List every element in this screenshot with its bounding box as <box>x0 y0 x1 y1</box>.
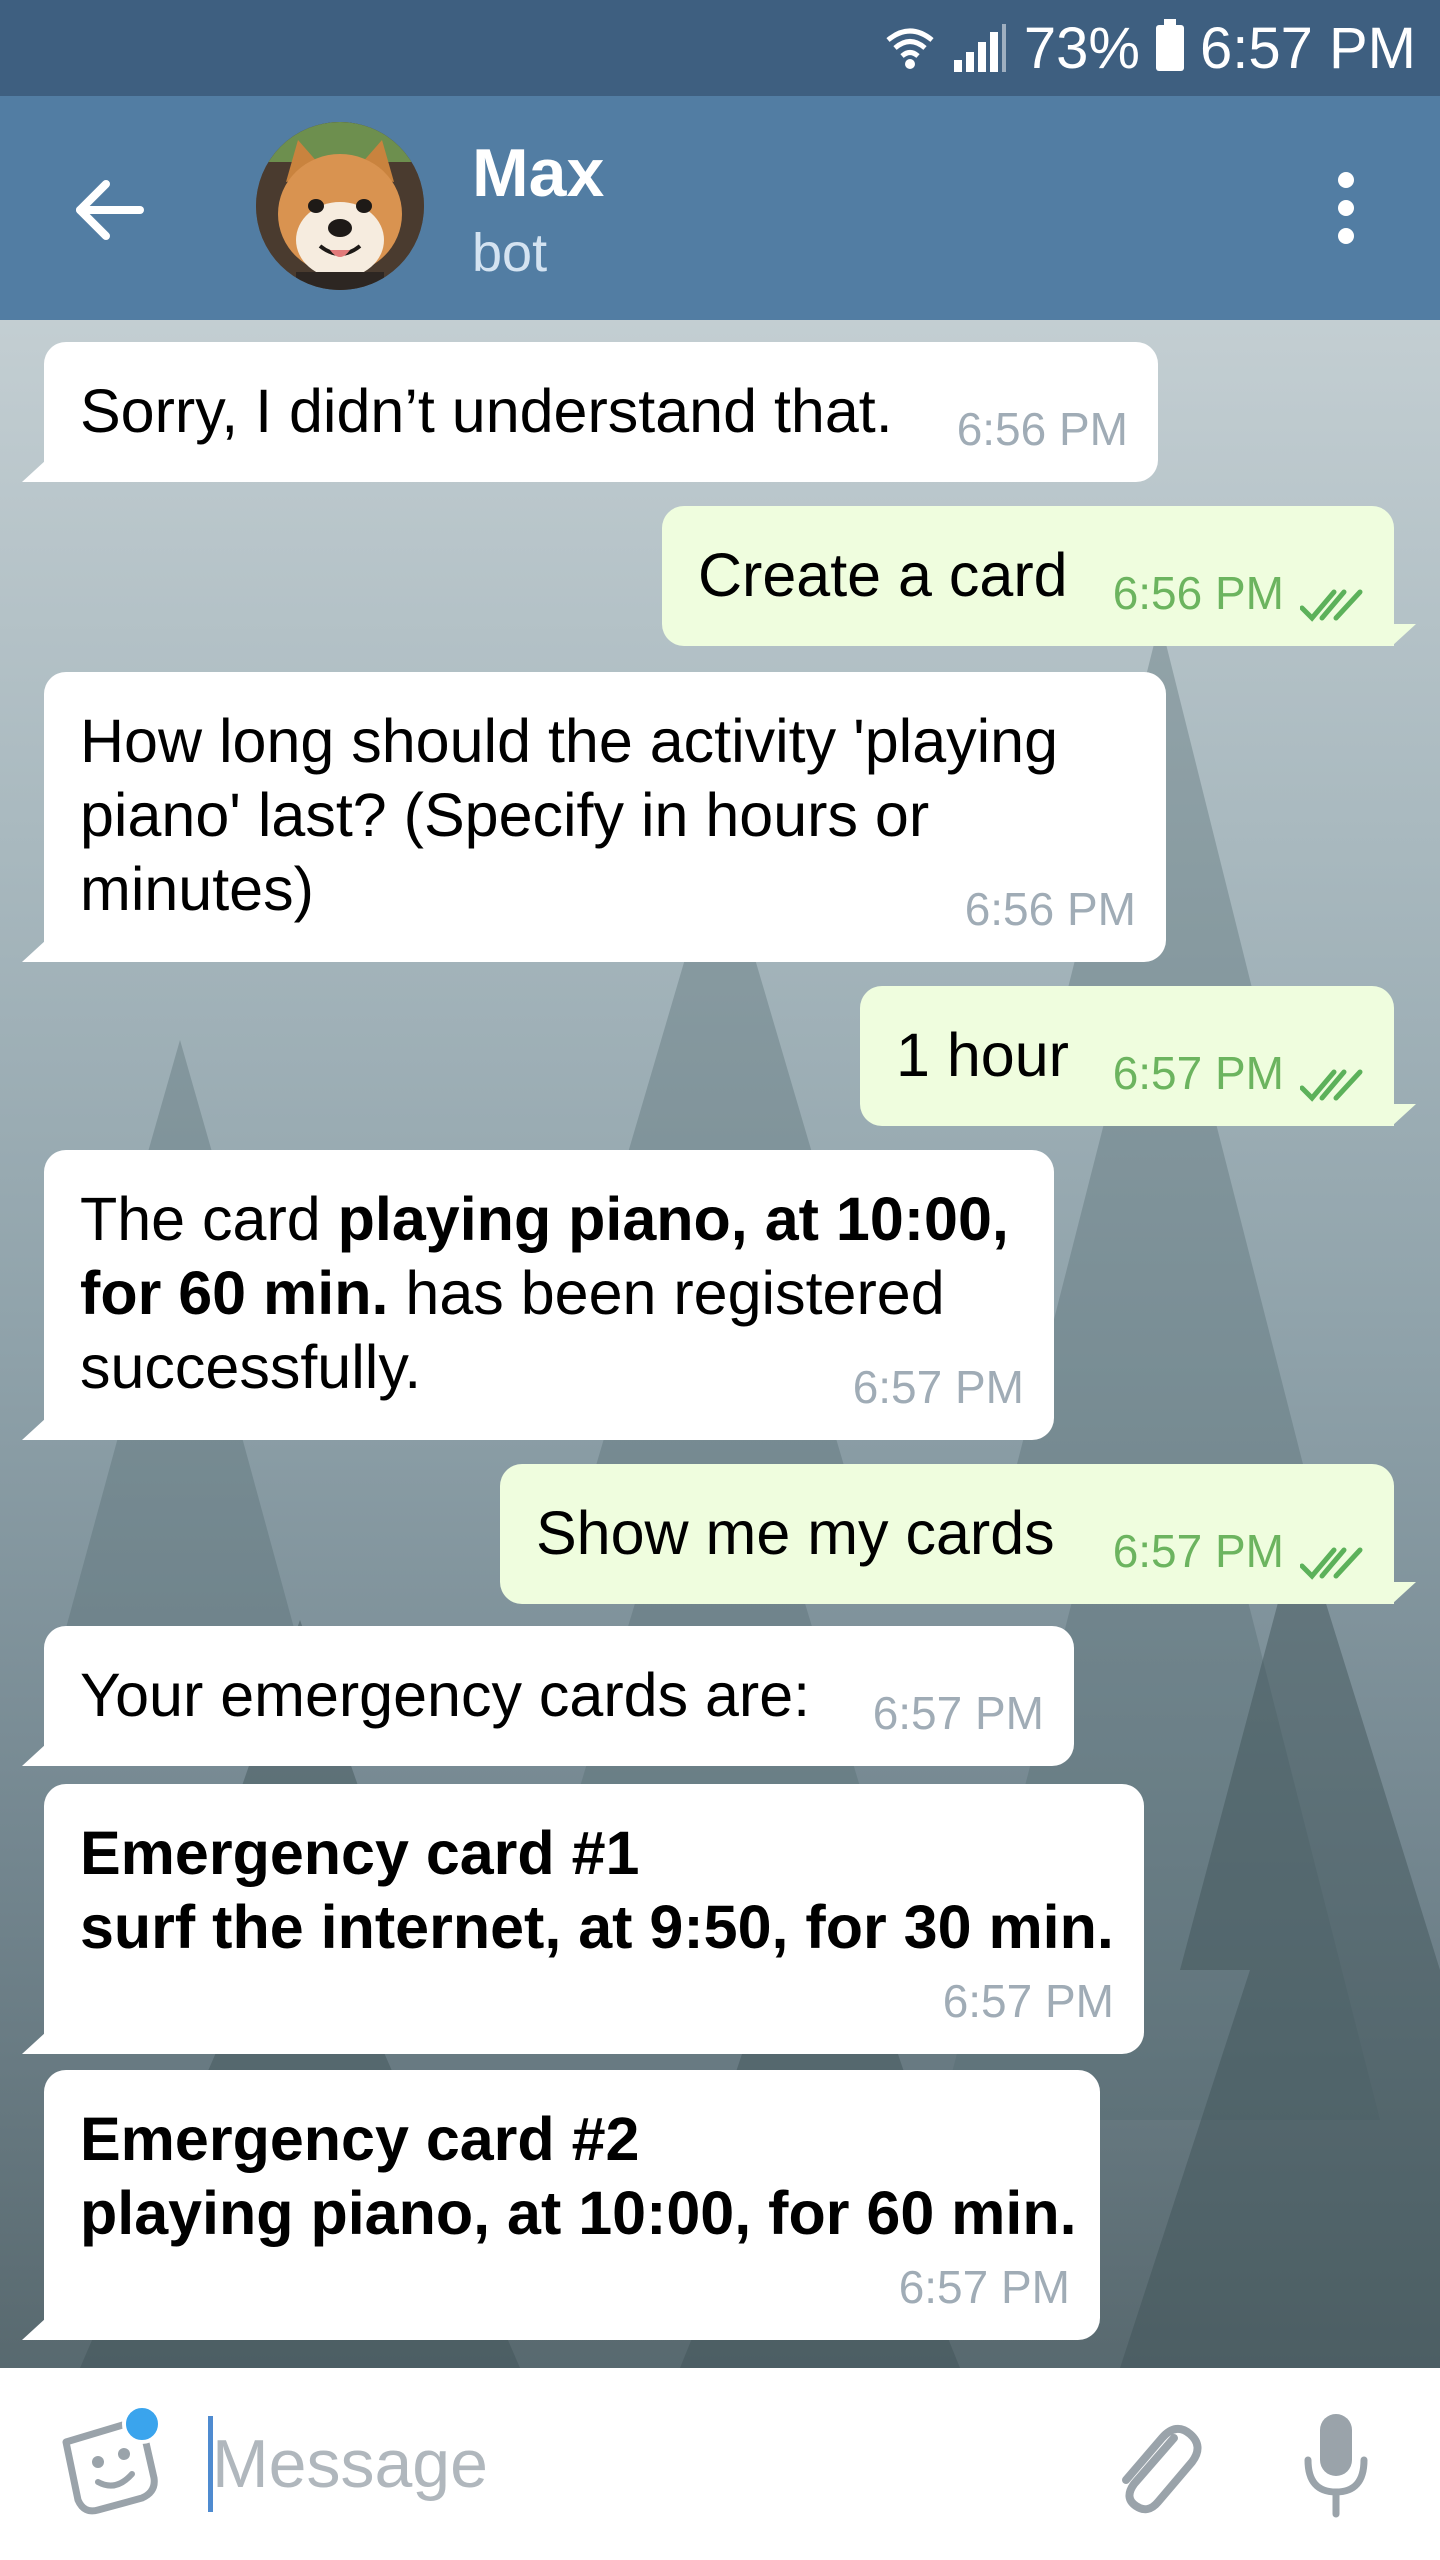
message-time: 6:56 PM <box>956 403 1128 455</box>
message-text-bold: surf the internet, at 9:50, for 30 min. <box>80 1893 1114 1961</box>
message-text-line: How long should the activity 'playing <box>80 707 1059 775</box>
message-text-bold: playing piano, at 10:00, <box>337 1185 1009 1253</box>
message-text-line: playing piano, at 10:00, for 60 min. <box>80 2176 1077 2250</box>
wifi-icon <box>884 22 936 74</box>
message-text: Your emergency cards are: <box>80 1661 811 1729</box>
message-text-bold: for 60 min. <box>80 1259 389 1327</box>
message-time: 6:57 PM <box>872 1687 1044 1739</box>
message-text-line: Emergency card #2 <box>80 2102 1064 2176</box>
paperclip-icon[interactable] <box>1104 2410 1204 2520</box>
message-text-line: for 60 min. has been registered <box>80 1256 1018 1330</box>
message-incoming[interactable]: How long should the activity 'playing pi… <box>22 672 1166 962</box>
message-text: Create a card <box>698 541 1068 609</box>
message-time: 6:57 PM <box>942 1975 1114 2027</box>
message-input[interactable] <box>212 2408 1032 2520</box>
message-text-normal: has been registered <box>388 1259 945 1327</box>
message-time: 6:57 PM <box>1112 1525 1284 1577</box>
double-check-icon <box>1300 1547 1363 1580</box>
message-text-line: surf the internet, at 9:50, for 30 min. <box>80 1890 1114 1964</box>
chat-header: Max bot <box>0 96 1440 320</box>
message-text-line: Emergency card #1 <box>80 1816 1108 1890</box>
more-vert-icon[interactable] <box>1326 168 1366 248</box>
double-check-icon <box>1300 589 1363 622</box>
double-check-icon <box>1300 1069 1363 1102</box>
message-text-line: piano' last? (Specify in hours or <box>80 781 930 849</box>
message-outgoing[interactable]: Show me my cards 6:57 PM <box>500 1464 1394 1604</box>
message-outgoing[interactable]: 1 hour 6:57 PM <box>860 986 1394 1126</box>
message-text-normal: The card <box>80 1185 338 1253</box>
message-incoming[interactable]: Your emergency cards are: 6:57 PM <box>22 1626 1074 1766</box>
message-time: 6:56 PM <box>964 883 1136 935</box>
chat-title[interactable]: Max <box>472 134 604 212</box>
chat-subtitle: bot <box>472 223 548 283</box>
notification-dot <box>122 2404 162 2444</box>
message-text: Sorry, I didn’t understand that. <box>80 377 893 445</box>
microphone-icon[interactable] <box>1300 2410 1372 2520</box>
message-incoming[interactable]: Sorry, I didn’t understand that. 6:56 PM <box>22 342 1158 482</box>
message-text-line: The card playing piano, at 10:00, <box>80 1182 1018 1256</box>
message-time: 6:57 PM <box>898 2261 1070 2313</box>
message-incoming[interactable]: Emergency card #1 surf the internet, at … <box>22 1784 1144 2054</box>
message-time: 6:57 PM <box>852 1361 1024 1413</box>
battery-icon <box>1156 19 1184 71</box>
message-time: 6:56 PM <box>1112 567 1284 619</box>
message-list[interactable]: Sorry, I didn’t understand that. 6:56 PM… <box>0 320 1440 2368</box>
status-bar: 73% 6:57 PM <box>0 0 1440 96</box>
composer-bar <box>0 2368 1440 2560</box>
message-incoming[interactable]: The card playing piano, at 10:00, for 60… <box>22 1150 1054 1440</box>
battery-percent: 73% <box>1023 15 1140 81</box>
message-incoming[interactable]: Emergency card #2 playing piano, at 10:0… <box>22 2070 1100 2340</box>
message-text-bold: playing piano, at 10:00, for 60 min. <box>80 2179 1077 2247</box>
message-text: Show me my cards <box>536 1499 1055 1567</box>
avatar[interactable] <box>256 122 424 290</box>
message-text-bold: Emergency card #1 <box>80 1819 640 1887</box>
message-outgoing[interactable]: Create a card 6:56 PM <box>662 506 1394 646</box>
message-text-bold: Emergency card #2 <box>80 2105 640 2173</box>
status-time: 6:57 PM <box>1200 15 1416 81</box>
message-time: 6:57 PM <box>1112 1047 1284 1099</box>
message-text: 1 hour <box>896 1021 1069 1089</box>
back-arrow-icon[interactable] <box>68 168 152 252</box>
signal-icon <box>952 22 1008 74</box>
